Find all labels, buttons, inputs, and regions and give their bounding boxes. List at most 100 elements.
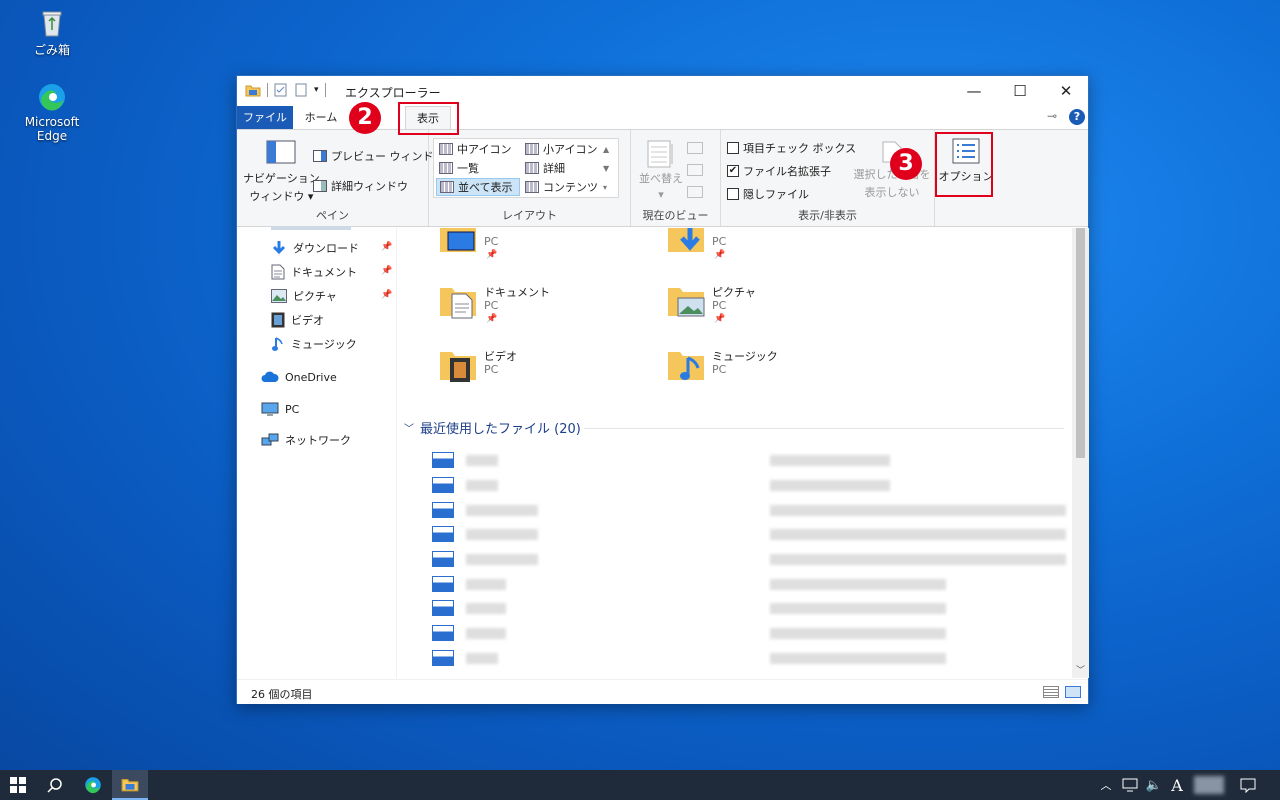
- nav-item-onedrive[interactable]: OneDrive: [261, 367, 337, 387]
- qat-separator: [324, 83, 326, 97]
- nav-item-partial[interactable]: [271, 226, 351, 230]
- layout-content[interactable]: コンテンツ: [522, 178, 612, 196]
- nav-label: ネットワーク: [285, 434, 351, 447]
- item-checkboxes-toggle[interactable]: 項目チェック ボックス: [727, 140, 856, 156]
- volume-tray-icon[interactable]: 🔈: [1142, 770, 1166, 800]
- vertical-scrollbar[interactable]: ﹀: [1072, 228, 1089, 678]
- group-by-icon[interactable]: [687, 142, 703, 154]
- tile-name: ミュージック: [712, 350, 778, 363]
- scroll-down-icon[interactable]: ﹀: [1076, 663, 1085, 676]
- nav-item-pictures[interactable]: ピクチャ: [271, 286, 337, 306]
- tile-name: ドキュメント: [484, 286, 550, 299]
- nav-item-network[interactable]: ネットワーク: [261, 430, 351, 450]
- recent-file-row[interactable]: [432, 477, 1072, 493]
- hidden-files-toggle[interactable]: 隠しファイル: [727, 186, 809, 202]
- navigation-pane-button[interactable]: ナビゲーション ウィンドウ ▾: [243, 140, 320, 204]
- layout-tiles[interactable]: 並べて表示: [436, 178, 520, 196]
- network-tray-icon[interactable]: [1118, 770, 1142, 800]
- pin-icon: 📌: [486, 314, 498, 324]
- folder-icon[interactable]: [245, 83, 261, 97]
- layout-small-icons-label: 小アイコン: [543, 143, 598, 156]
- layout-medium-icons[interactable]: 中アイコン: [436, 140, 520, 158]
- show-hidden-icons[interactable]: ︿: [1096, 770, 1116, 800]
- tile-pictures[interactable]: ピクチャ PC 📌: [666, 280, 886, 336]
- help-icon[interactable]: ?: [1069, 109, 1085, 125]
- clock[interactable]: [1192, 770, 1226, 800]
- tile-videos[interactable]: ビデオ PC: [438, 344, 658, 400]
- pictures-icon: [271, 289, 287, 303]
- new-folder-icon[interactable]: [294, 83, 308, 97]
- file-extensions-toggle[interactable]: ✔ ファイル名拡張子: [727, 163, 831, 179]
- layout-small-icons[interactable]: 小アイコン: [522, 140, 612, 158]
- add-columns-icon[interactable]: [687, 164, 703, 176]
- start-button[interactable]: [0, 770, 36, 800]
- size-columns-icon[interactable]: [687, 186, 703, 198]
- recent-file-row[interactable]: [432, 576, 1072, 592]
- notification-center[interactable]: [1236, 770, 1260, 800]
- recent-files-header[interactable]: ﹀ 最近使用したファイル (20): [404, 418, 581, 437]
- search-button[interactable]: [36, 770, 74, 800]
- file-icon: [432, 502, 454, 518]
- nav-label: ミュージック: [291, 338, 357, 351]
- properties-icon[interactable]: [274, 83, 288, 97]
- recent-file-row[interactable]: [432, 600, 1072, 616]
- minimize-button[interactable]: —: [951, 76, 997, 106]
- downloads-folder-icon: [668, 228, 704, 252]
- tab-home[interactable]: ホーム: [299, 106, 343, 129]
- ime-indicator[interactable]: A: [1166, 770, 1188, 800]
- redacted-name: [466, 529, 538, 540]
- tab-file[interactable]: ファイル: [237, 106, 293, 129]
- small-icons-icon: [525, 143, 539, 155]
- layout-details-label: 詳細: [543, 162, 565, 175]
- network-icon: [261, 433, 279, 446]
- sort-by-button[interactable]: 並べ替え ▾: [639, 140, 683, 201]
- file-extensions-checkbox[interactable]: ✔: [727, 165, 739, 177]
- nav-item-videos[interactable]: ビデオ: [271, 310, 324, 330]
- documents-folder-icon: [440, 288, 476, 319]
- tile-documents[interactable]: ドキュメント PC 📌: [438, 280, 658, 336]
- navigation-pane-icon: [266, 140, 296, 164]
- preview-pane-button[interactable]: プレビュー ウィンドウ: [313, 148, 445, 164]
- tile-downloads[interactable]: PC 📌: [666, 228, 886, 272]
- tile-music[interactable]: ミュージック PC: [666, 344, 886, 400]
- nav-item-pc[interactable]: PC: [261, 399, 299, 419]
- windows-icon: [10, 777, 26, 793]
- pin-ribbon-icon[interactable]: ⊸: [1047, 109, 1057, 123]
- videos-folder-icon: [440, 352, 476, 382]
- layout-list[interactable]: 一覧: [436, 159, 520, 177]
- redacted-path: [770, 554, 1066, 565]
- recent-file-row[interactable]: [432, 526, 1072, 542]
- recent-file-row[interactable]: [432, 452, 1072, 468]
- item-checkboxes-checkbox[interactable]: [727, 142, 739, 154]
- nav-item-documents[interactable]: ドキュメント: [271, 262, 357, 282]
- details-view-icon[interactable]: [1043, 686, 1059, 698]
- window-title: エクスプローラー: [345, 86, 441, 100]
- preview-pane-icon: [313, 150, 327, 162]
- file-icon: [432, 625, 454, 641]
- recent-file-row[interactable]: [432, 551, 1072, 567]
- scrollbar-thumb[interactable]: [1076, 228, 1085, 458]
- folder-icon: [121, 778, 139, 792]
- layout-scroll-arrows[interactable]: ▲ ▼ ▾: [603, 140, 609, 197]
- taskbar-explorer[interactable]: [112, 770, 148, 800]
- redacted-path: [770, 529, 1066, 540]
- layout-details[interactable]: 詳細: [522, 159, 612, 177]
- close-button[interactable]: ✕: [1043, 76, 1089, 106]
- desktop-edge[interactable]: Microsoft Edge: [12, 82, 92, 143]
- nav-item-downloads[interactable]: ダウンロード: [271, 238, 359, 258]
- nav-item-music[interactable]: ミュージック: [271, 334, 357, 354]
- nav-pane-label-1: ナビゲーション: [243, 172, 320, 185]
- taskbar-edge[interactable]: [74, 770, 112, 800]
- large-icons-view-icon[interactable]: [1065, 686, 1081, 698]
- recent-file-row[interactable]: [432, 625, 1072, 641]
- tile-desktop[interactable]: PC 📌: [438, 228, 658, 272]
- details-pane-button[interactable]: 詳細ウィンドウ: [313, 178, 408, 194]
- recent-file-row[interactable]: [432, 502, 1072, 518]
- qat-dropdown-icon[interactable]: ▾: [314, 85, 319, 95]
- desktop-recycle-bin[interactable]: ごみ箱: [12, 8, 92, 58]
- pc-icon: [261, 402, 279, 416]
- hide-selected-label-2: 表示しない: [864, 186, 920, 199]
- recent-file-row[interactable]: [432, 650, 1072, 666]
- maximize-button[interactable]: ☐: [997, 76, 1043, 106]
- hidden-files-checkbox[interactable]: [727, 188, 739, 200]
